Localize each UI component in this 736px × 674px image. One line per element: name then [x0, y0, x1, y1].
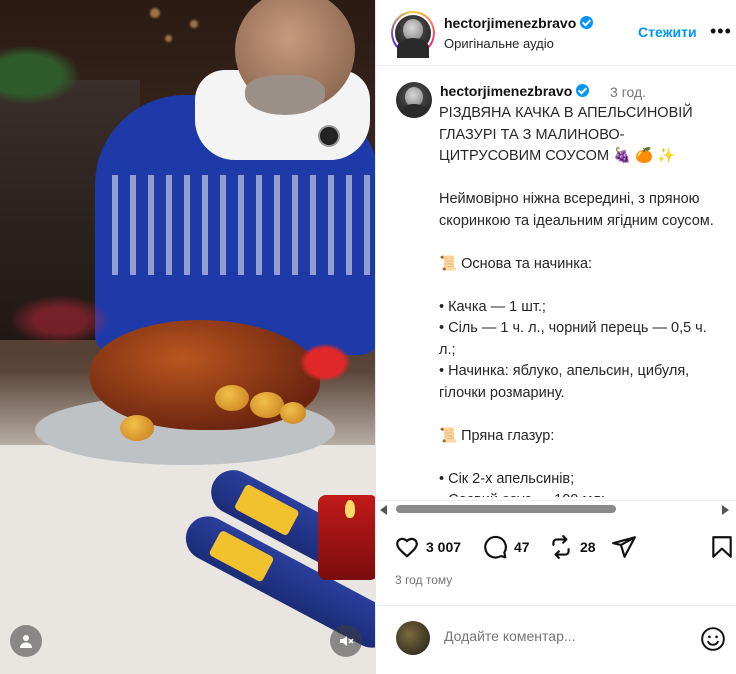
- emoji-icon[interactable]: [700, 626, 726, 652]
- verified-badge-icon: [576, 84, 590, 97]
- red-bow: [295, 340, 355, 385]
- reposts-count[interactable]: 28: [580, 539, 596, 555]
- candle-flame: [345, 500, 355, 518]
- scroll-right-icon[interactable]: [722, 505, 729, 515]
- bokeh-light: [150, 8, 160, 18]
- caption-timestamp[interactable]: 3 год.: [610, 84, 646, 100]
- post-header: hectorjimenezbravo Оригінальне аудіо Сте…: [376, 0, 736, 66]
- horizontal-scrollbar[interactable]: [376, 500, 736, 518]
- repost-icon: [552, 535, 570, 559]
- bokeh-light: [165, 35, 172, 42]
- caption-author-avatar[interactable]: [396, 82, 432, 118]
- username-text[interactable]: hectorjimenezbravo: [440, 83, 572, 99]
- sweater-button: [318, 125, 340, 147]
- comment-button[interactable]: 47: [482, 534, 530, 560]
- like-button[interactable]: 3 007: [394, 534, 461, 560]
- post-time-ago[interactable]: 3 год тому: [395, 573, 452, 587]
- bookmark-icon: [712, 536, 732, 558]
- follow-button[interactable]: Стежити: [638, 24, 697, 40]
- post-dialog: hectorjimenezbravo Оригінальне аудіо Сте…: [0, 0, 736, 674]
- scroll-left-icon[interactable]: [380, 505, 387, 515]
- roast-potato: [120, 415, 154, 441]
- roast-potato: [280, 402, 306, 424]
- more-options-icon[interactable]: •••: [710, 22, 732, 40]
- comment-input[interactable]: [444, 628, 694, 644]
- send-icon: [612, 536, 636, 558]
- verified-badge-icon: [580, 16, 594, 29]
- comment-composer: [376, 605, 736, 674]
- roast-potato: [215, 385, 249, 411]
- author-username[interactable]: hectorjimenezbravo: [444, 15, 594, 31]
- comment-bubble-icon: [484, 535, 507, 559]
- share-button[interactable]: [611, 534, 637, 560]
- roast-potato: [250, 392, 284, 418]
- caption-author-username[interactable]: hectorjimenezbravo: [440, 83, 590, 99]
- author-avatar[interactable]: [395, 15, 431, 58]
- author-avatar-ring[interactable]: [391, 11, 435, 58]
- berry-sprig: [0, 290, 120, 350]
- sweater-pattern: [100, 175, 375, 275]
- mute-button[interactable]: [330, 625, 362, 657]
- heart-icon: [396, 537, 418, 558]
- tagged-users-button[interactable]: [10, 625, 42, 657]
- username-text[interactable]: hectorjimenezbravo: [444, 15, 576, 31]
- viewer-avatar[interactable]: [396, 621, 430, 655]
- caption-area: hectorjimenezbravo 3 год. РІЗДВЯНА КАЧКА…: [376, 67, 736, 497]
- caption-text: РІЗДВЯНА КАЧКА В АПЕЛЬСИНОВІЙ ГЛАЗУРІ ТА…: [439, 105, 714, 497]
- audio-label[interactable]: Оригінальне аудіо: [444, 36, 554, 51]
- likes-count[interactable]: 3 007: [426, 539, 461, 555]
- repost-button[interactable]: 28: [548, 534, 596, 560]
- speaker-muted-icon: [340, 636, 354, 646]
- pine-branch: [0, 40, 90, 110]
- save-button[interactable]: [709, 534, 735, 560]
- post-details: hectorjimenezbravo Оригінальне аудіо Сте…: [375, 0, 736, 674]
- comments-count[interactable]: 47: [514, 539, 530, 555]
- user-icon: [20, 635, 32, 648]
- action-bar: 3 007 47 28: [376, 528, 736, 568]
- scrollbar-thumb[interactable]: [396, 505, 616, 513]
- bokeh-light: [190, 20, 198, 28]
- post-media[interactable]: [0, 0, 375, 674]
- chef-beard: [245, 75, 325, 115]
